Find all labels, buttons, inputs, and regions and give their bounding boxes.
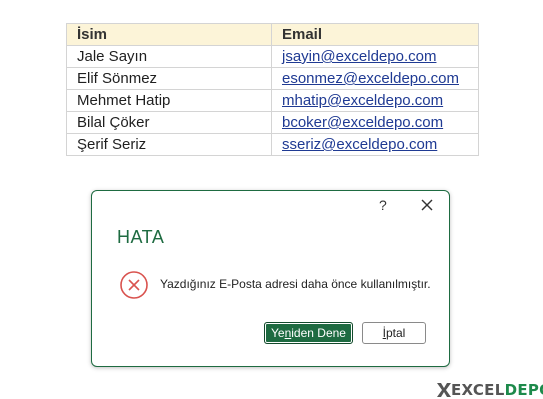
name-cell[interactable]: Şerif Seriz <box>66 133 272 156</box>
dialog-title: HATA <box>117 227 165 247</box>
email-link[interactable]: jsayin@exceldepo.com <box>271 45 479 68</box>
help-button[interactable]: ? <box>379 197 387 213</box>
email-link[interactable]: sseriz@exceldepo.com <box>271 133 479 156</box>
cancel-button[interactable]: İptal <box>362 322 426 344</box>
retry-label-start: Ye <box>271 326 285 340</box>
close-icon[interactable] <box>420 198 434 212</box>
cancel-label-end: ptal <box>385 326 406 340</box>
name-cell[interactable]: Bilal Çöker <box>66 111 272 134</box>
name-cell[interactable]: Jale Sayın <box>66 45 272 68</box>
logo-text-depo: DEPO <box>504 381 543 399</box>
table-row: Bilal Çöker bcoker@exceldepo.com <box>66 111 479 134</box>
email-link[interactable]: esonmez@exceldepo.com <box>271 67 479 90</box>
error-dialog: ? HATA Yazdığınız E-Posta adresi daha ön… <box>91 190 450 367</box>
email-link[interactable]: bcoker@exceldepo.com <box>271 111 479 134</box>
table-row: Mehmet Hatip mhatip@exceldepo.com <box>66 89 479 112</box>
retry-button[interactable]: Yeniden Dene <box>264 322 353 344</box>
email-link[interactable]: mhatip@exceldepo.com <box>271 89 479 112</box>
error-icon <box>120 271 148 299</box>
logo-mark-icon <box>437 383 451 397</box>
table-header-row: İsim Email <box>66 23 479 46</box>
table-row: Elif Sönmez esonmez@exceldepo.com <box>66 67 479 90</box>
table-row: Şerif Seriz sseriz@exceldepo.com <box>66 133 479 156</box>
logo-text-excel: EXCEL <box>451 381 505 399</box>
retry-label-end: iden Dene <box>291 326 346 340</box>
column-header-name[interactable]: İsim <box>66 23 272 46</box>
name-cell[interactable]: Elif Sönmez <box>66 67 272 90</box>
column-header-email[interactable]: Email <box>271 23 479 46</box>
exceldepo-logo: EXCELDEPO <box>437 381 543 399</box>
name-cell[interactable]: Mehmet Hatip <box>66 89 272 112</box>
table-row: Jale Sayın jsayin@exceldepo.com <box>66 45 479 68</box>
error-message: Yazdığınız E-Posta adresi daha önce kull… <box>160 277 431 291</box>
spreadsheet-table: İsim Email Jale Sayın jsayin@exceldepo.c… <box>66 23 479 156</box>
